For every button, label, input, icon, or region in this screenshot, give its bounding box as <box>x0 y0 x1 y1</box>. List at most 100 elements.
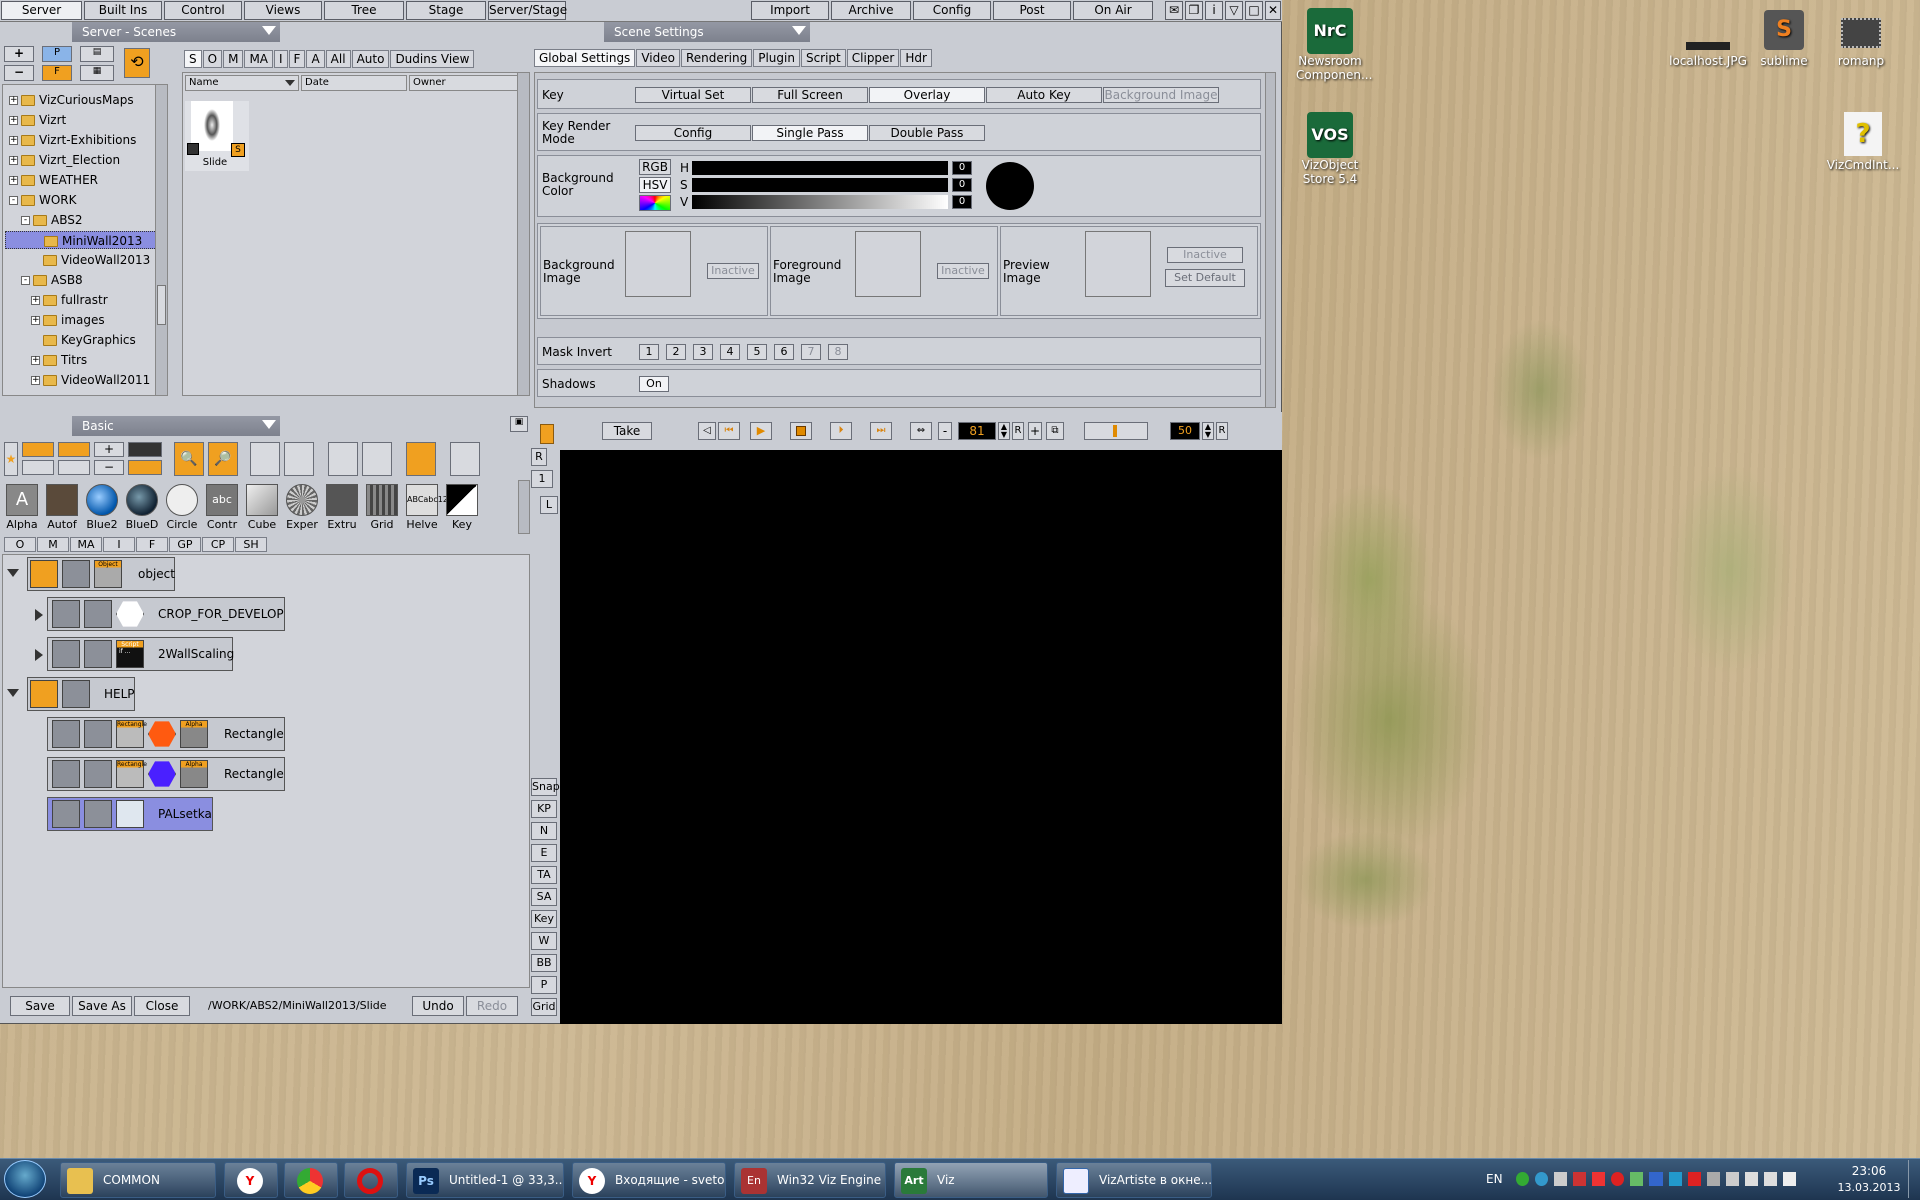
tab-plugin[interactable]: Plugin <box>753 49 800 67</box>
tray-icon[interactable] <box>1611 1172 1625 1186</box>
tree-tab-m[interactable]: M <box>37 537 69 552</box>
settings-scrollbar[interactable] <box>1265 73 1275 407</box>
panel-options-icon[interactable]: ▣ <box>510 416 528 432</box>
key-background-image-button[interactable]: Background Image <box>1103 87 1219 103</box>
rewind-icon[interactable]: ◁ <box>698 422 716 440</box>
save-button[interactable]: Save <box>10 996 70 1016</box>
mask-5-button[interactable]: 5 <box>747 344 767 360</box>
side-w-button[interactable]: W <box>531 932 557 950</box>
foreground-inactive-button[interactable]: Inactive <box>937 263 989 279</box>
network-icon[interactable] <box>1744 1172 1758 1186</box>
volume-icon[interactable] <box>1763 1172 1777 1186</box>
scroll-thumb[interactable] <box>157 285 166 325</box>
palette-item-helve[interactable]: ABCabc12 Helve <box>404 484 448 536</box>
mask-4-button[interactable]: 4 <box>720 344 740 360</box>
side-snap-button[interactable]: Snap <box>531 778 560 796</box>
add-node-icon[interactable]: + <box>94 442 124 457</box>
save-as-button[interactable]: Save As <box>72 996 132 1016</box>
taskbar-common[interactable]: COMMON <box>60 1162 216 1198</box>
taskbar-mail[interactable]: Y Входящие - sveto... <box>572 1162 726 1198</box>
preview-inactive-button[interactable]: Inactive <box>1167 247 1243 263</box>
folder-row-selected[interactable]: MiniWall2013 <box>5 231 165 249</box>
copy-icon[interactable]: ❐ <box>1185 1 1203 20</box>
mask-7-button[interactable]: 7 <box>801 344 821 360</box>
go-end-icon[interactable]: ⏭ <box>870 422 892 440</box>
hsv-mode-button[interactable]: HSV <box>639 177 671 193</box>
undo-button[interactable]: Undo <box>412 996 464 1016</box>
render-single-pass-button[interactable]: Single Pass <box>752 125 868 141</box>
loop-icon[interactable]: ⧉ <box>1046 422 1064 440</box>
render-double-pass-button[interactable]: Double Pass <box>869 125 985 141</box>
expand-icon[interactable]: + <box>31 376 40 385</box>
chevron-down-icon[interactable] <box>262 26 276 35</box>
add-container-icon[interactable] <box>22 442 54 457</box>
key-full-screen-button[interactable]: Full Screen <box>752 87 868 103</box>
tray-icon[interactable] <box>1516 1172 1530 1186</box>
palette-item-circle[interactable]: Circle <box>164 484 200 536</box>
frame-input[interactable]: 81 <box>958 422 996 440</box>
preview-image-drop[interactable] <box>1085 231 1151 297</box>
expand-icon[interactable]: + <box>9 176 18 185</box>
tray-icon[interactable] <box>1649 1172 1663 1186</box>
folder-row[interactable]: VideoWall2013 <box>43 251 150 269</box>
tray-icon[interactable] <box>1687 1172 1701 1186</box>
merge-icon[interactable] <box>58 442 90 457</box>
tray-icon[interactable] <box>1706 1172 1720 1186</box>
add-icon[interactable]: + <box>4 46 34 62</box>
s-value[interactable]: 0 <box>952 178 972 192</box>
expand-arrow-icon[interactable] <box>35 649 43 661</box>
menu-built-ins[interactable]: Built Ins <box>84 1 162 20</box>
filter-i[interactable]: I <box>274 50 288 68</box>
filter-dudins-view[interactable]: Dudins View <box>390 50 475 68</box>
h-value[interactable]: 0 <box>952 161 972 175</box>
folder-row[interactable]: + Vizrt <box>9 111 66 129</box>
background-image-drop[interactable] <box>625 231 691 297</box>
stop-icon[interactable] <box>790 422 812 440</box>
play-icon[interactable]: ▶ <box>750 422 772 440</box>
side-bb-button[interactable]: BB <box>531 954 557 972</box>
column-name-header[interactable]: Name <box>185 75 299 91</box>
trash-icon[interactable] <box>540 424 554 444</box>
expand-icon[interactable]: + <box>9 116 18 125</box>
side-sa-button[interactable]: SA <box>531 888 557 906</box>
menu-config[interactable]: Config <box>913 1 991 20</box>
tab-clipper[interactable]: Clipper <box>846 49 900 67</box>
side-1-button[interactable]: 1 <box>531 470 553 488</box>
info-icon[interactable]: i <box>1205 1 1223 20</box>
zoom-out-icon[interactable]: 🔍 <box>174 442 204 476</box>
side-r-button[interactable]: R <box>531 448 547 466</box>
chevron-down-icon[interactable] <box>792 26 806 35</box>
background-inactive-button[interactable]: Inactive <box>707 263 759 279</box>
side-grid-button[interactable]: Grid <box>531 998 557 1016</box>
remove-node-icon[interactable]: − <box>94 460 124 475</box>
collapse-icon[interactable]: - <box>21 276 30 285</box>
tree-tab-o[interactable]: O <box>4 537 36 552</box>
frame-spinner-icon[interactable]: ▲ ▼ <box>998 422 1010 440</box>
folder-row[interactable]: + WEATHER <box>9 171 98 189</box>
palette-item-key[interactable]: Key <box>444 484 480 536</box>
side-key-button[interactable]: Key <box>531 910 557 928</box>
shadows-on-toggle[interactable]: On <box>639 376 669 392</box>
frame-plus-button[interactable]: + <box>1028 422 1042 440</box>
tree-tab-sh[interactable]: SH <box>235 537 267 552</box>
mask-6-button[interactable]: 6 <box>774 344 794 360</box>
tree-tab-ma[interactable]: MA <box>70 537 102 552</box>
desktop-icon-sublime[interactable]: S sublime <box>1752 10 1816 68</box>
collapse-icon[interactable]: - <box>21 216 30 225</box>
mask-1-button[interactable]: 1 <box>639 344 659 360</box>
folder-row[interactable]: + VizCuriousMaps <box>9 91 134 109</box>
h-slider[interactable] <box>692 161 948 175</box>
minimize-icon[interactable]: ▽ <box>1225 1 1243 20</box>
s-slider[interactable] <box>692 178 948 192</box>
tree-tab-i[interactable]: I <box>103 537 135 552</box>
collapse-arrow-icon[interactable] <box>7 689 19 697</box>
palette-scrollbar[interactable] <box>518 480 530 534</box>
tray-icon[interactable] <box>1554 1172 1568 1186</box>
tree-node-palsetka-selected[interactable]: PALsetka <box>47 797 213 831</box>
view-thumb-icon[interactable]: ▦ <box>80 65 114 81</box>
key-overlay-button[interactable]: Overlay <box>869 87 985 103</box>
tree-node-2wallscaling[interactable]: Script if ... 2WallScaling <box>47 637 234 671</box>
tray-icon[interactable] <box>1725 1172 1739 1186</box>
filter-all[interactable]: All <box>325 50 351 68</box>
palette-item-blue2[interactable]: Blue2 <box>84 484 120 536</box>
